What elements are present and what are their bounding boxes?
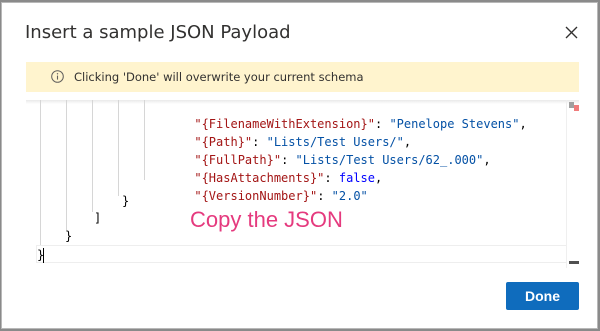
code-line: } [122,194,130,208]
dialog-title: Insert a sample JSON Payload [25,22,291,43]
copy-json-annotation: Copy the JSON [190,207,343,232]
done-button[interactable]: Done [506,282,579,310]
close-icon[interactable] [562,23,582,43]
info-icon [51,70,64,83]
warning-banner: Clicking 'Done' will overwrite your curr… [26,62,579,92]
indent-guide [118,100,119,196]
overview-ruler[interactable] [566,100,579,268]
json-editor[interactable]: "{FilenameWithExtension}": "Penelope Ste… [26,100,579,268]
insert-json-dialog: Insert a sample JSON Payload Clicking 'D… [1,2,598,329]
ruler-cursor-marker [569,261,579,264]
ruler-error-marker [574,105,579,111]
code-line: } [65,229,73,243]
text-caret [43,248,44,263]
indent-guide [66,100,67,230]
indent-guide [40,100,41,246]
indent-guide [144,100,145,180]
banner-text: Clicking 'Done' will overwrite your curr… [74,70,364,84]
current-line-highlight [36,245,567,263]
indent-guide [92,100,93,212]
code-line: ] [94,211,102,225]
